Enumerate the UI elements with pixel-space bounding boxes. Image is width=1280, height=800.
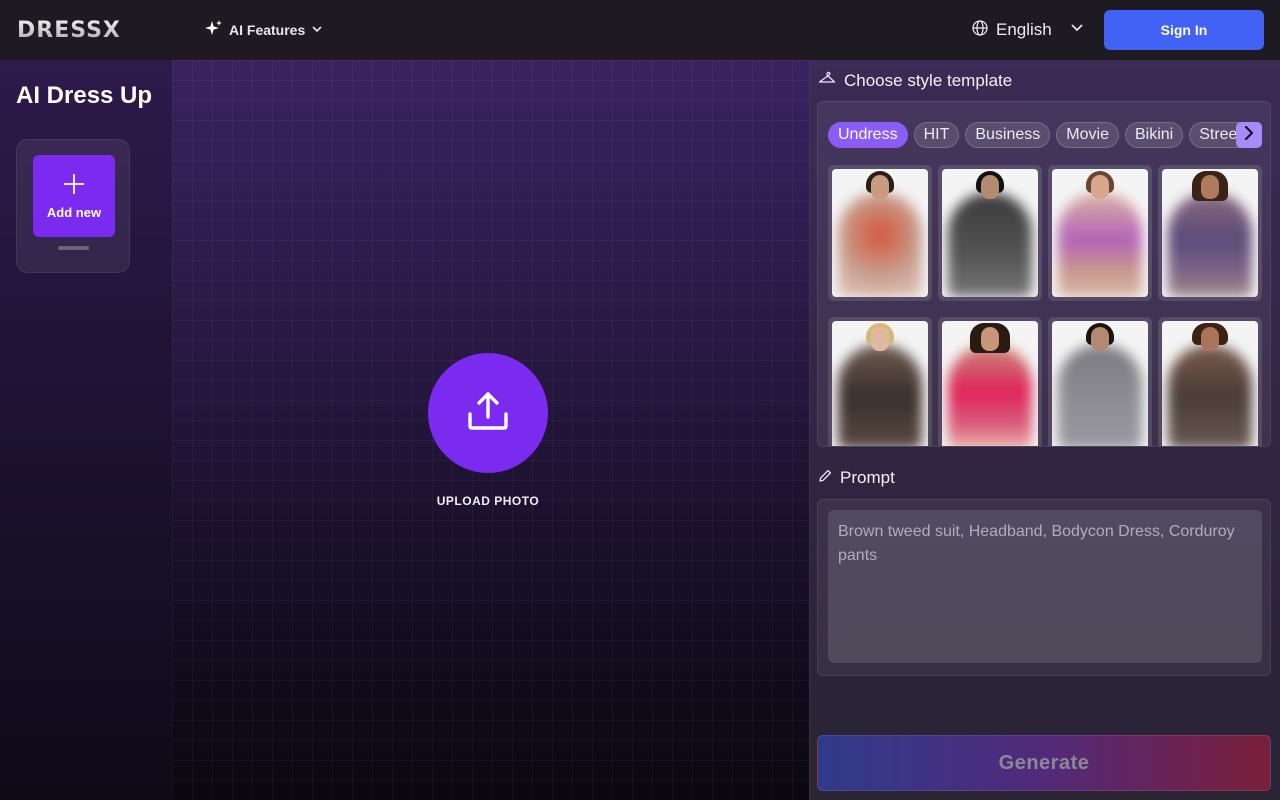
template-card[interactable] xyxy=(1048,317,1152,446)
chips-next-button[interactable] xyxy=(1236,122,1262,148)
template-card[interactable] xyxy=(1048,165,1152,301)
generate-button[interactable]: Generate xyxy=(817,735,1271,791)
sparkle-icon xyxy=(205,19,223,41)
template-card[interactable] xyxy=(828,165,932,301)
template-image xyxy=(942,321,1038,446)
template-image xyxy=(832,169,928,297)
template-image xyxy=(1052,169,1148,297)
add-new-button[interactable]: Add new xyxy=(33,155,115,237)
language-selector[interactable]: English xyxy=(972,18,1052,42)
chip-hit[interactable]: HIT xyxy=(913,122,960,148)
template-image xyxy=(1162,321,1258,446)
card-indicator xyxy=(58,246,89,250)
prompt-heading: Prompt xyxy=(818,468,895,488)
chevron-right-icon xyxy=(1243,125,1255,145)
sign-in-button[interactable]: Sign In xyxy=(1104,10,1264,50)
template-card[interactable] xyxy=(1158,165,1262,301)
chevron-down-icon xyxy=(311,22,323,38)
template-card[interactable] xyxy=(1158,317,1262,446)
add-new-label: Add new xyxy=(46,204,102,220)
upload-photo-label: UPLOAD PHOTO xyxy=(436,494,540,508)
globe-icon xyxy=(972,19,988,41)
template-box: Undress HIT Business Movie Bikini Street xyxy=(817,101,1271,447)
chip-bikini[interactable]: Bikini xyxy=(1124,122,1184,148)
template-image xyxy=(832,321,928,446)
prompt-box xyxy=(817,499,1271,676)
template-heading: Choose style template xyxy=(818,70,1012,91)
ai-features-label: AI Features xyxy=(229,22,306,38)
template-card[interactable] xyxy=(828,317,932,446)
template-image xyxy=(1162,169,1258,297)
ai-features-menu[interactable]: AI Features xyxy=(205,19,323,41)
chip-movie[interactable]: Movie xyxy=(1056,122,1119,148)
template-card[interactable] xyxy=(938,317,1042,446)
chip-business[interactable]: Business xyxy=(965,122,1051,148)
chip-undress[interactable]: Undress xyxy=(828,122,908,148)
photo-card: Add new xyxy=(16,139,130,273)
hanger-icon xyxy=(818,70,836,91)
template-heading-label: Choose style template xyxy=(844,70,1013,90)
plus-icon xyxy=(63,173,85,199)
language-label: English xyxy=(996,20,1052,39)
template-card[interactable] xyxy=(938,165,1042,301)
upload-photo-button[interactable] xyxy=(428,353,548,473)
template-grid xyxy=(828,165,1262,446)
pencil-icon xyxy=(818,468,832,488)
dressx-logo[interactable]: DRESSX xyxy=(17,18,121,43)
category-chips: Undress HIT Business Movie Bikini Street xyxy=(828,122,1252,148)
template-image xyxy=(942,169,1038,297)
chevron-down-icon[interactable] xyxy=(1070,20,1084,39)
top-header: DRESSX AI Features English Sign In xyxy=(0,0,1280,60)
prompt-heading-label: Prompt xyxy=(840,468,895,487)
prompt-input[interactable] xyxy=(828,510,1262,663)
template-image xyxy=(1052,321,1148,446)
upload-icon xyxy=(467,390,509,437)
page-title: AI Dress Up xyxy=(16,82,153,109)
